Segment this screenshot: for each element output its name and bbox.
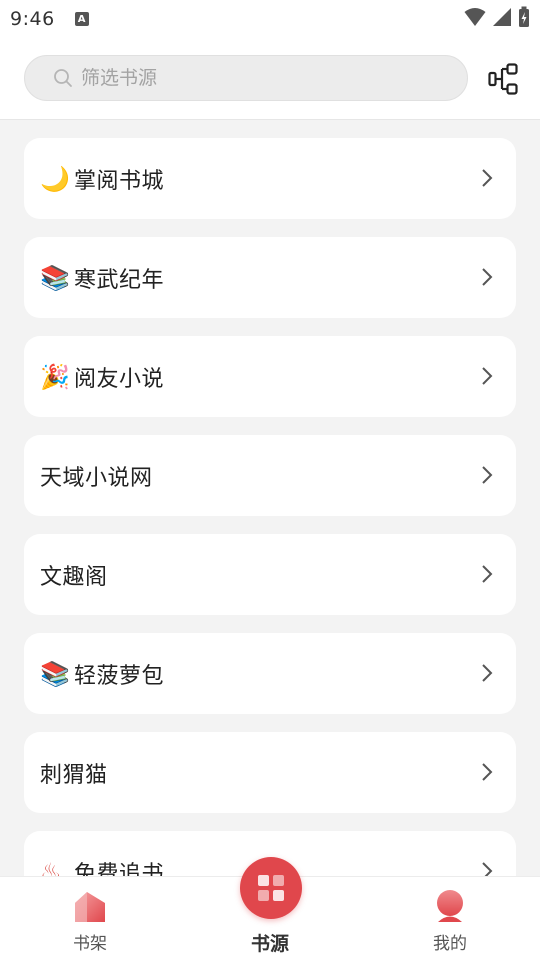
chevron-right-icon [482, 862, 493, 876]
chevron-right-icon [482, 367, 493, 385]
nav-bookshelf[interactable]: 书架 [30, 877, 150, 960]
bookshelf-icon [75, 892, 105, 922]
source-label: 文趣阁 [40, 564, 108, 590]
status-bar: 9:46 A [0, 0, 540, 38]
list-item[interactable]: 📚 轻菠萝包 [24, 633, 516, 714]
bottom-nav: 书架 书源 我的 [0, 857, 540, 960]
books-icon: 📚 [40, 263, 70, 292]
books-icon: 📚 [40, 659, 70, 688]
signal-icon [493, 8, 511, 26]
list-item[interactable]: 🌙 掌阅书城 [24, 138, 516, 219]
chevron-right-icon [482, 169, 493, 187]
moon-icon: 🌙 [40, 164, 70, 193]
list-item[interactable]: 🎉 阅友小说 [24, 336, 516, 417]
source-list: 🌙 掌阅书城 📚 寒武纪年 🎉 阅友小说 天域小说网 文趣阁 📚 轻菠萝包 刺猬… [0, 120, 540, 876]
hot-springs-icon: ♨ [40, 857, 62, 877]
source-label: 寒武纪年 [74, 267, 165, 293]
party-popper-icon: 🎉 [40, 362, 70, 391]
header [0, 38, 540, 120]
source-label: 天域小说网 [40, 465, 153, 491]
chevron-right-icon [482, 466, 493, 484]
status-time: 9:46 [10, 8, 55, 30]
source-label: 免费追书 [74, 861, 165, 877]
nav-label: 书架 [73, 934, 107, 954]
source-label: 轻菠萝包 [74, 663, 165, 689]
list-item[interactable]: 天域小说网 [24, 435, 516, 516]
source-label: 刺猬猫 [40, 762, 108, 788]
chevron-right-icon [482, 763, 493, 781]
list-item[interactable]: 文趣阁 [24, 534, 516, 615]
nav-label: 我的 [433, 934, 467, 954]
search-icon [53, 67, 75, 89]
list-item[interactable]: 📚 寒武纪年 [24, 237, 516, 318]
search-box[interactable] [24, 55, 468, 101]
list-item[interactable]: 刺猬猫 [24, 732, 516, 813]
chevron-right-icon [482, 664, 493, 682]
nav-book-source[interactable]: 书源 [210, 857, 330, 960]
search-input[interactable] [81, 67, 421, 89]
chevron-right-icon [482, 565, 493, 583]
source-label: 掌阅书城 [74, 168, 165, 194]
source-label: 阅友小说 [74, 366, 165, 392]
status-icons [464, 6, 530, 28]
nav-profile[interactable]: 我的 [390, 877, 510, 960]
a-icon: A [74, 12, 89, 26]
nav-label: 书源 [250, 933, 289, 955]
chevron-right-icon [482, 268, 493, 286]
book-source-icon [240, 857, 302, 919]
source-manage-icon[interactable] [488, 63, 520, 95]
wifi-icon [464, 8, 486, 26]
battery-icon [519, 6, 529, 27]
profile-icon [437, 890, 463, 922]
